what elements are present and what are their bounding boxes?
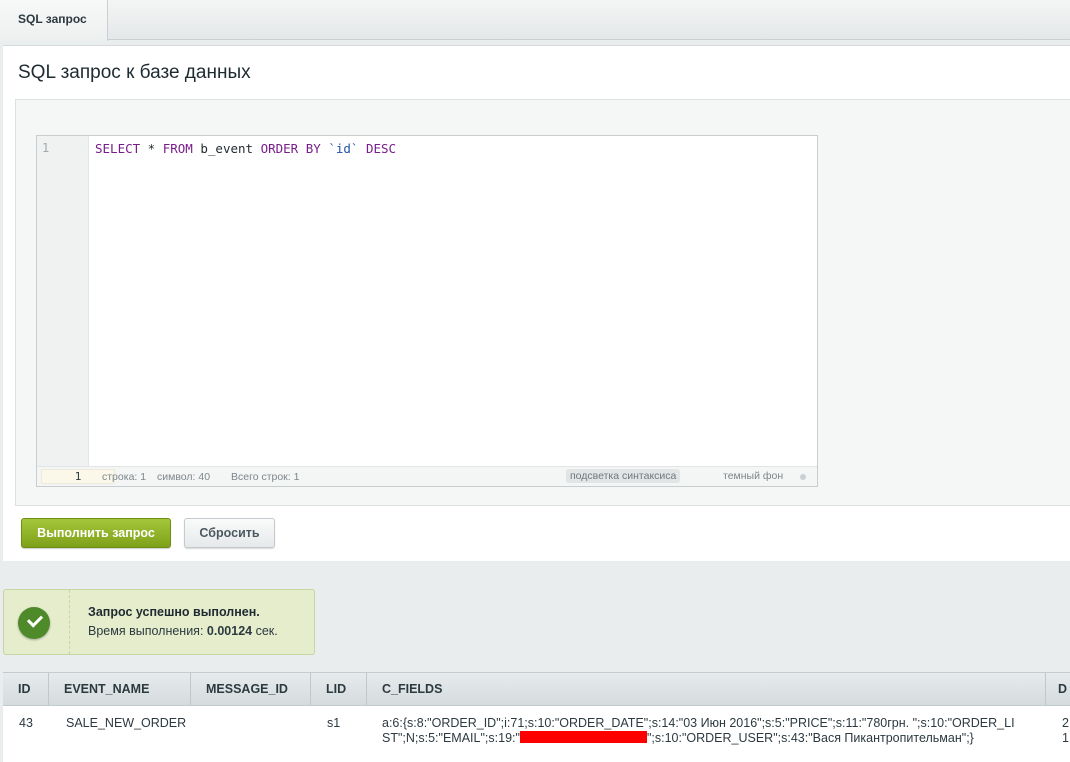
kw-select: SELECT (95, 141, 141, 156)
query-form: 1 SELECT * FROM b_event ORDER BY `id` DE… (15, 99, 1070, 506)
status-line-position: строка: 1 (102, 471, 147, 483)
editor-statusbar: 1 строка: 1 символ: 40 Всего строк: 1 по… (37, 466, 817, 486)
kw-desc: DESC (365, 141, 397, 156)
execution-time-label: Время выполнения: (88, 624, 204, 638)
cell-d-line2: 1 (1062, 731, 1069, 745)
tab-bar: SQL запрос (0, 0, 1070, 41)
code-column: `id` (328, 141, 359, 156)
cell-lid: s1 (327, 716, 341, 730)
execution-time-value: 0.00124 (206, 624, 253, 638)
kw-by: BY (305, 141, 321, 156)
column-header-c-fields[interactable]: C_FIELDS (367, 673, 1046, 706)
cell-d: 2 1 (1062, 716, 1069, 746)
line-gutter: 1 (37, 136, 89, 466)
status-total-lines: Всего строк: 1 (231, 471, 300, 483)
success-icon-area (4, 590, 70, 654)
column-header-d[interactable]: D (1046, 673, 1070, 706)
execution-time: Время выполнения: 0.00124 сек. (88, 624, 278, 638)
line-number: 1 (42, 141, 50, 155)
execution-time-unit: сек. (255, 624, 278, 638)
column-header-event-name[interactable]: EVENT_NAME (49, 673, 191, 706)
status-column-position: символ: 40 (157, 471, 211, 483)
tab-sql-query[interactable]: SQL запрос (0, 0, 108, 41)
code-star: * (140, 141, 163, 156)
success-title: Запрос успешно выполнен. (88, 605, 260, 619)
resize-dot-icon[interactable] (800, 474, 806, 480)
cell-event-name: SALE_NEW_ORDER (66, 716, 187, 730)
success-message: Запрос успешно выполнен. Время выполнени… (3, 589, 315, 655)
sql-panel: SQL запрос к базе данных 1 SELECT * FROM… (3, 45, 1070, 561)
redaction-mark (519, 731, 647, 743)
column-header-message-id[interactable]: MESSAGE_ID (191, 673, 311, 706)
checkmark-icon (18, 607, 50, 639)
table-header: ID EVENT_NAME MESSAGE_ID LID C_FIELDS D (3, 672, 1070, 706)
column-header-id[interactable]: ID (3, 673, 49, 706)
kw-from: FROM (162, 141, 193, 156)
cell-c-fields: a:6:{s:8:"ORDER_ID";i:71;s:10:"ORDER_DAT… (382, 716, 1022, 746)
syntax-highlight-toggle[interactable]: подсветка синтаксиса (566, 469, 681, 483)
dark-theme-toggle[interactable]: темный фон (723, 470, 783, 482)
sql-editor[interactable]: 1 SELECT * FROM b_event ORDER BY `id` DE… (36, 135, 818, 487)
cell-d-line1: 2 (1062, 716, 1069, 730)
kw-order: ORDER (260, 141, 299, 156)
c-fields-part2: ";s:10:"ORDER_USER";s:43:"Вася Пикантроп… (646, 731, 974, 745)
page-title: SQL запрос к базе данных (18, 62, 251, 83)
code-table: b_event (192, 141, 261, 156)
cell-id: 43 (19, 716, 33, 730)
run-query-button[interactable]: Выполнить запрос (21, 518, 171, 548)
reset-button[interactable]: Сбросить (184, 518, 275, 548)
results-table: ID EVENT_NAME MESSAGE_ID LID C_FIELDS D … (3, 672, 1070, 762)
column-header-lid[interactable]: LID (311, 673, 367, 706)
sql-code[interactable]: SELECT * FROM b_event ORDER BY `id` DESC (95, 141, 396, 156)
